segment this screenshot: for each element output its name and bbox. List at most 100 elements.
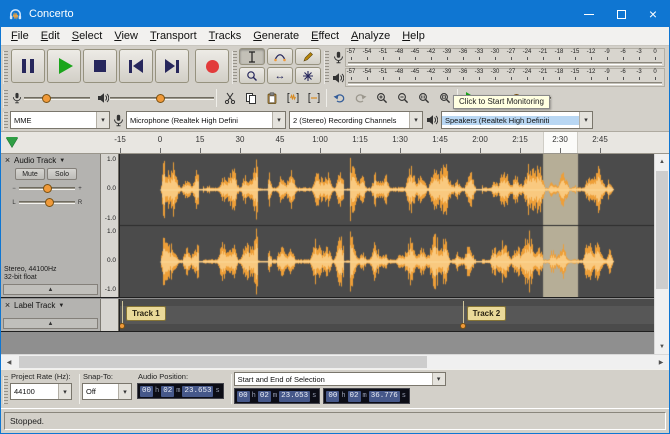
menu-help[interactable]: Help [396,29,431,44]
menu-file[interactable]: File [5,29,35,44]
time-digits[interactable]: 00 [237,391,250,402]
selection-mode-dropdown[interactable]: Start and End of Selection ▾ [234,372,446,386]
timeshift-tool-button[interactable]: ↔ [267,67,293,84]
audio-position-field[interactable]: 00h02m23.653s [137,383,224,399]
slider-thumb[interactable] [45,198,54,207]
stop-button[interactable] [83,49,117,83]
titlebar[interactable]: Concerto × [1,1,669,27]
close-track-button[interactable]: × [3,156,12,165]
draw-tool-button[interactable] [295,48,321,65]
record-volume-slider[interactable] [24,92,90,105]
envelope-tool-button[interactable] [267,48,293,65]
menu-analyze[interactable]: Analyze [345,29,396,44]
menu-edit[interactable]: Edit [35,29,66,44]
timeline-ruler[interactable]: -1501530451:001:151:301:452:002:152:302:… [1,132,669,154]
track-menu-arrow-icon[interactable]: ▼ [58,303,64,309]
zoom-selection-button[interactable] [413,89,434,107]
solo-button[interactable]: Solo [47,168,77,180]
pan-slider[interactable] [19,196,75,209]
label-flag-icon[interactable] [119,323,125,329]
vertical-scroll-thumb[interactable] [656,171,668,289]
time-digits[interactable]: 36.776 [369,391,400,402]
maximize-button[interactable] [605,1,637,27]
project-rate-dropdown[interactable]: 44100 ▾ [10,383,72,400]
undo-button[interactable] [329,89,350,107]
silence-audio-button[interactable] [303,89,324,107]
menu-generate[interactable]: Generate [247,29,305,44]
horizontal-scrollbar[interactable]: ◀ ▶ [1,354,669,369]
zoom-out-button[interactable] [392,89,413,107]
track-title[interactable]: Label Track [14,301,55,310]
slider-thumb[interactable] [43,184,52,193]
toolbar-gripper[interactable] [232,51,237,84]
minimize-button[interactable] [573,1,605,27]
recording-meter[interactable]: -57-54-51-48-45-42-39-36-33-30-27-24-21-… [345,48,665,67]
scroll-left-button[interactable]: ◀ [1,355,17,369]
time-digits[interactable]: 02 [348,391,361,402]
track-menu-arrow-icon[interactable]: ▼ [59,158,65,164]
chevron-down-icon[interactable]: ▾ [432,373,445,385]
time-digits[interactable]: 00 [140,386,153,397]
collapse-track-button[interactable]: ▲ [3,284,98,295]
play-button[interactable] [47,49,81,83]
track-title[interactable]: Audio Track [14,156,56,165]
close-track-button[interactable]: × [3,301,12,310]
skip-to-end-button[interactable] [155,49,189,83]
skip-to-start-button[interactable] [119,49,153,83]
time-digits[interactable]: 23.653 [279,391,310,402]
menu-transport[interactable]: Transport [144,29,203,44]
toolbar-gripper[interactable] [324,51,329,84]
chevron-down-icon[interactable]: ▾ [96,112,109,128]
copy-button[interactable] [240,89,261,107]
zoom-fit-button[interactable] [434,89,455,107]
cut-button[interactable] [219,89,240,107]
label-flag-icon[interactable] [460,323,466,329]
menu-select[interactable]: Select [66,29,109,44]
selection-end-field[interactable]: 00h02m36.776s [323,388,410,404]
scroll-up-button[interactable]: ▲ [655,154,669,169]
snap-to-dropdown[interactable]: Off ▾ [82,383,132,400]
time-digits[interactable]: 00 [326,391,339,402]
gain-slider[interactable] [19,182,75,195]
playback-volume-slider[interactable] [110,92,214,105]
chevron-down-icon[interactable]: ▾ [118,384,131,399]
selection-start-field[interactable]: 00h02m23.653s [234,388,321,404]
chevron-down-icon[interactable]: ▾ [272,112,285,128]
slider-thumb[interactable] [156,94,165,103]
menu-view[interactable]: View [108,29,144,44]
zoom-in-button[interactable] [371,89,392,107]
toolbar-gripper[interactable] [3,51,8,84]
playback-meter[interactable]: -57-54-51-48-45-42-39-36-33-30-27-24-21-… [345,68,665,87]
chevron-down-icon[interactable]: ▾ [58,384,71,399]
trim-audio-button[interactable] [282,89,303,107]
toolbar-gripper[interactable] [3,90,8,108]
horizontal-scroll-thumb[interactable] [19,356,427,368]
scroll-right-button[interactable]: ▶ [653,355,669,369]
menu-effect[interactable]: Effect [305,29,345,44]
waveform-area[interactable] [119,154,654,297]
record-button[interactable] [195,49,229,83]
close-button[interactable]: × [637,1,669,27]
menu-tracks[interactable]: Tracks [203,29,248,44]
redo-button[interactable] [350,89,371,107]
pause-button[interactable] [11,49,45,83]
toolbar-gripper[interactable] [3,376,8,403]
collapse-track-button[interactable]: ▲ [3,318,98,329]
toolbar-gripper[interactable] [3,112,8,130]
label-text-box[interactable]: Track 2 [467,306,507,321]
recording-channels-dropdown[interactable]: 2 (Stereo) Recording Channels ▾ [289,111,423,129]
label-track-area[interactable]: Track 1 Track 2 [119,299,654,331]
time-digits[interactable]: 23.653 [182,386,213,397]
multi-tool-button[interactable] [295,67,321,84]
scroll-down-button[interactable]: ▼ [655,339,669,354]
label-text-box[interactable]: Track 1 [126,306,166,321]
waveform-canvas[interactable] [120,154,654,297]
chevron-down-icon[interactable]: ▾ [409,112,422,128]
playback-device-dropdown[interactable]: Speakers (Realtek High Definiti ▾ [441,111,593,129]
time-digits[interactable]: 02 [161,386,174,397]
audio-host-dropdown[interactable]: MME ▾ [10,111,110,129]
recording-device-dropdown[interactable]: Microphone (Realtek High Defini ▾ [126,111,286,129]
paste-button[interactable] [261,89,282,107]
selection-tool-button[interactable] [239,48,265,65]
slider-thumb[interactable] [42,94,51,103]
